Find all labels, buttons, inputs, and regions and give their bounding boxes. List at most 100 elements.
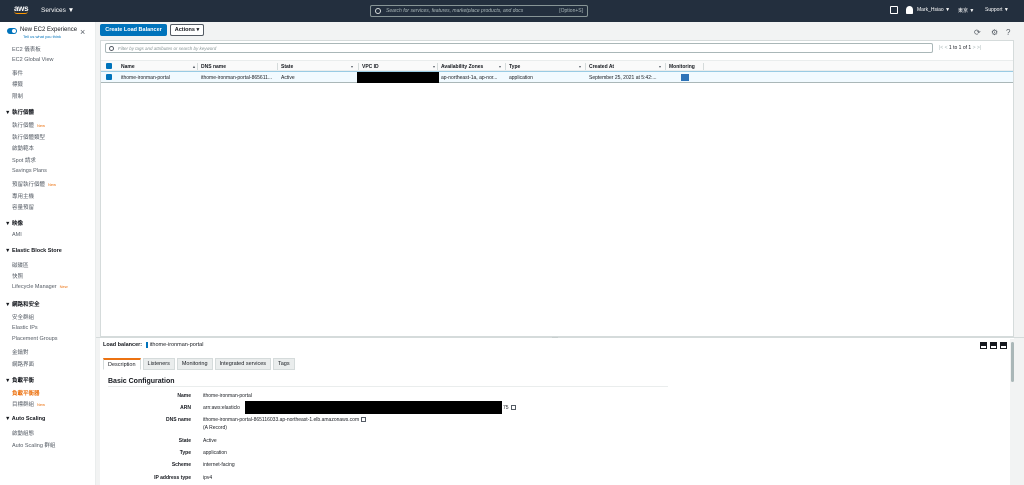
table-row[interactable]: ithome-ironman-portal ithome-ironman-por…	[101, 71, 1013, 83]
new-experience-toggle[interactable]	[7, 28, 17, 34]
sidebar-item[interactable]: 金鑰對	[12, 348, 29, 356]
sidebar-section-heading[interactable]: ▼ 映像	[5, 219, 23, 227]
collapse-caret-icon[interactable]: ▼	[5, 302, 12, 308]
collapse-caret-icon[interactable]: ▼	[5, 416, 12, 422]
last-page-icon[interactable]: >|	[977, 45, 981, 51]
col-name[interactable]: Name	[121, 64, 135, 70]
sidebar-section-heading[interactable]: ▼ 負載平衡	[5, 376, 34, 384]
sidebar-item[interactable]: 目標群組 New	[12, 400, 45, 408]
field-label-ip-address-type: IP address type	[154, 475, 191, 481]
actions-dropdown-button[interactable]: Actions ▾	[170, 24, 204, 36]
tab-monitoring[interactable]: Monitoring	[176, 358, 213, 370]
pagination: |< < 1 to 1 of 1 > >|	[939, 45, 981, 51]
tab-listeners[interactable]: Listeners	[142, 358, 175, 370]
copy-icon[interactable]	[510, 405, 516, 411]
sidebar-item[interactable]: Lifecycle Manager New	[12, 284, 68, 290]
field-value-dns-name: ithome-ironman-portal-865116033.ap-north…	[203, 417, 367, 423]
sidebar-item-label: Spot 請求	[12, 158, 36, 165]
sidebar-item[interactable]: AMI	[12, 232, 22, 238]
sidebar-item[interactable]: 負載平衡器	[12, 389, 40, 397]
sort-caret-icon[interactable]: ▲	[192, 64, 196, 69]
col-created-at[interactable]: Created At	[589, 64, 614, 70]
sort-caret-icon[interactable]: ▾	[351, 64, 353, 69]
collapse-caret-icon[interactable]: ▼	[5, 248, 12, 254]
layout-full-icon[interactable]	[980, 342, 987, 349]
filter-input[interactable]: Filter by tags and attributes or search …	[105, 43, 933, 53]
col-availability-zones[interactable]: Availability Zones	[441, 64, 483, 70]
sort-caret-icon[interactable]: ▾	[659, 64, 661, 69]
sidebar-item-label: 安全群組	[12, 314, 35, 321]
sidebar-item[interactable]: 啟動組態	[12, 429, 34, 437]
create-load-balancer-button[interactable]: Create Load Balancer	[100, 24, 167, 36]
aws-logo[interactable]: aws	[14, 4, 32, 18]
filter-placeholder: Filter by tags and attributes or search …	[118, 45, 217, 51]
close-sidebar-icon[interactable]: ×	[80, 27, 85, 37]
field-label-dns-name: DNS name	[165, 417, 191, 423]
sidebar-item-label: 負載平衡器	[12, 390, 40, 397]
tab-integrated-services[interactable]: Integrated services	[214, 358, 271, 370]
sidebar-item[interactable]: 限制	[12, 92, 23, 100]
sidebar-section-heading[interactable]: ▼ 網路和安全	[5, 300, 40, 308]
collapse-caret-icon[interactable]: ▼	[5, 110, 12, 116]
tab-description[interactable]: Description	[103, 358, 141, 370]
layout-split-icon[interactable]	[990, 342, 997, 349]
col-dns-name[interactable]: DNS name	[201, 64, 226, 70]
sidebar-item[interactable]: 容量預留	[12, 203, 34, 211]
sidebar-item-label: Placement Groups	[12, 336, 58, 343]
pagination-label: 1 to 1 of 1	[948, 45, 972, 51]
sidebar-item[interactable]: Spot 請求	[12, 156, 36, 164]
sort-caret-icon[interactable]: ▾	[579, 64, 581, 69]
sidebar-item[interactable]: Placement Groups	[12, 336, 58, 342]
services-menu[interactable]: Services ▼	[41, 7, 74, 14]
layout-bottom-icon[interactable]	[1000, 342, 1007, 349]
col-monitoring[interactable]: Monitoring	[669, 64, 695, 70]
select-all-checkbox[interactable]	[106, 63, 112, 69]
region-menu[interactable]: 東京 ▼	[958, 7, 974, 14]
global-search-input[interactable]: Search for services, features, marketpla…	[370, 5, 588, 17]
sidebar-item[interactable]: 事件	[12, 69, 23, 77]
sort-caret-icon[interactable]: ▾	[499, 64, 501, 69]
sidebar-item[interactable]: 執行個體類型	[12, 133, 45, 141]
sidebar-section-heading[interactable]: ▼ Elastic Block Store	[5, 248, 62, 254]
search-icon	[109, 45, 114, 51]
collapse-caret-icon[interactable]: ▼	[5, 378, 12, 384]
sidebar-item[interactable]: Auto Scaling 群組	[12, 441, 55, 449]
sidebar-item[interactable]: 啟動範本	[12, 144, 34, 152]
account-menu[interactable]: Mark_Hsiao ▼	[917, 7, 950, 13]
support-menu[interactable]: Support ▼	[985, 7, 1009, 13]
sidebar-section-heading[interactable]: ▼ 執行個體	[5, 108, 34, 116]
feedback-link[interactable]: Tell us what you think	[23, 34, 61, 39]
collapse-caret-icon[interactable]: ▼	[5, 221, 12, 227]
sidebar-item[interactable]: 專用主機	[12, 192, 34, 200]
monitoring-icon[interactable]	[681, 74, 689, 81]
copy-icon[interactable]	[361, 417, 367, 423]
sidebar-item[interactable]: 預留執行個體 New	[12, 180, 56, 188]
col-vpc-id[interactable]: VPC ID	[362, 64, 379, 70]
refresh-icon[interactable]: ⟳	[974, 28, 981, 37]
col-type[interactable]: Type	[509, 64, 520, 70]
sidebar-item[interactable]: 執行個體 New	[12, 121, 45, 129]
sidebar-item[interactable]: 快照	[12, 272, 23, 280]
gear-icon[interactable]: ⚙	[991, 28, 998, 37]
sidebar-item[interactable]: 網路界面	[12, 360, 34, 368]
col-state[interactable]: State	[281, 64, 293, 70]
scrollbar-thumb[interactable]	[1011, 342, 1014, 382]
sidebar-item[interactable]: 磁碟區	[12, 261, 29, 269]
cloudshell-icon[interactable]	[890, 6, 898, 14]
sidebar-item[interactable]: Savings Plans	[12, 168, 47, 174]
sidebar-item[interactable]: 安全群組	[12, 313, 34, 321]
sidebar-item[interactable]: EC2 儀表板	[12, 45, 41, 53]
sidebar-item[interactable]: 標籤	[12, 80, 23, 88]
sidebar-item-label: 目標群組	[12, 402, 35, 409]
sidebar-section-heading[interactable]: ▼ Auto Scaling	[5, 416, 45, 422]
tab-tags[interactable]: Tags	[273, 358, 295, 370]
sidebar-item[interactable]: EC2 Global View	[12, 57, 53, 63]
first-page-icon[interactable]: |<	[939, 45, 943, 51]
notifications-bell-icon[interactable]	[906, 6, 913, 14]
sidebar-item[interactable]: Elastic IPs	[12, 325, 38, 331]
row-checkbox[interactable]	[106, 74, 112, 80]
help-icon[interactable]: ?	[1006, 28, 1010, 37]
field-label-name: Name	[177, 393, 191, 399]
detail-scrollbar[interactable]	[1010, 339, 1015, 485]
sort-caret-icon[interactable]: ▾	[433, 64, 435, 69]
